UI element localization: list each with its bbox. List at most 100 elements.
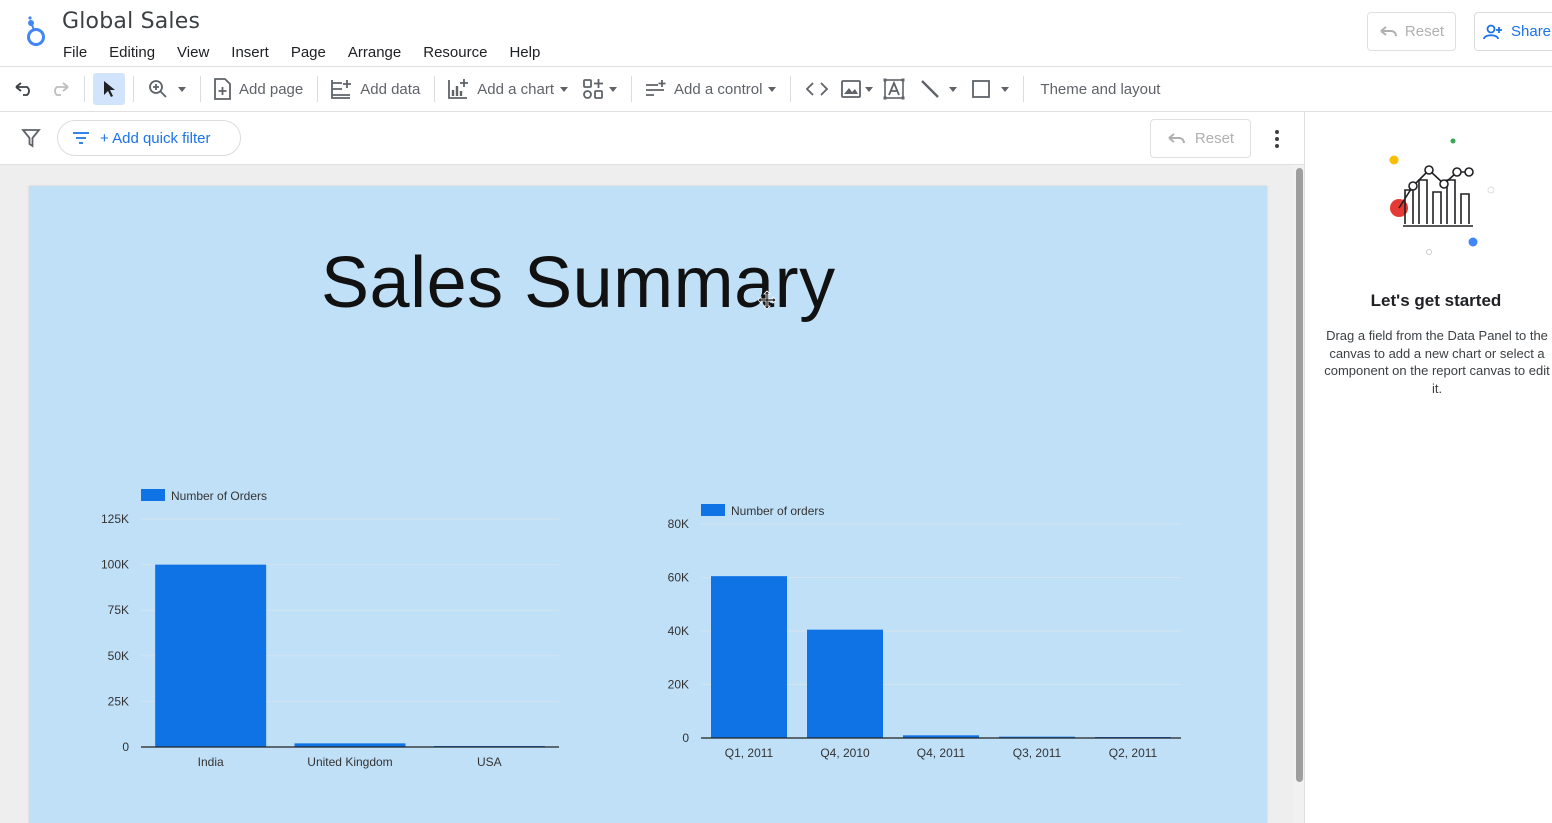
orders-by-country-chart[interactable]: Number of Orders 0 25K 50K 75K 100K 125K India U… bbox=[89, 481, 569, 781]
image-icon bbox=[841, 80, 862, 98]
toolbar-divider bbox=[317, 76, 319, 102]
text-box-button[interactable] bbox=[883, 73, 905, 105]
orders-by-quarter-svg: Number of orders 0 20K 40K 60K 80K Q1, 2011 Q4,… bbox=[668, 504, 1181, 760]
toolbar-divider bbox=[200, 76, 201, 102]
report-title-text[interactable]: Sales Summary bbox=[321, 242, 836, 324]
redo-icon bbox=[54, 82, 69, 96]
chevron-down-icon bbox=[560, 86, 569, 92]
community-viz-button[interactable] bbox=[582, 73, 618, 105]
menu-view[interactable]: View bbox=[166, 42, 220, 63]
theme-and-layout-label: Theme and layout bbox=[1040, 80, 1161, 98]
report-name[interactable]: Global Sales bbox=[62, 9, 200, 34]
chevron-down-icon bbox=[178, 86, 186, 92]
add-control-button[interactable]: Add a control bbox=[640, 73, 777, 105]
select-tool-button[interactable] bbox=[93, 73, 125, 105]
menu-resource[interactable]: Resource bbox=[412, 42, 498, 63]
add-page-button[interactable]: Add page bbox=[209, 73, 303, 105]
header-reset-button[interactable]: Reset bbox=[1367, 12, 1456, 51]
chevron-down-icon bbox=[1001, 86, 1010, 92]
share-label: Share bbox=[1511, 23, 1552, 40]
line-icon bbox=[921, 80, 940, 98]
toolbar-divider bbox=[434, 76, 436, 102]
legend-swatch bbox=[701, 504, 725, 516]
line-button[interactable] bbox=[919, 73, 958, 105]
y-tick-label: 125K bbox=[101, 512, 129, 526]
x-tick-label: Q4, 2010 bbox=[820, 746, 870, 760]
toolbar-divider bbox=[133, 76, 134, 102]
menu-page[interactable]: Page bbox=[280, 42, 337, 63]
legend-swatch bbox=[141, 489, 165, 501]
header-reset-label: Reset bbox=[1404, 23, 1445, 40]
orders-by-country-svg: Number of Orders 0 25K 50K 75K 100K 125K India U… bbox=[101, 489, 559, 769]
filter-funnel-icon[interactable] bbox=[21, 128, 41, 148]
bar bbox=[711, 576, 787, 738]
image-button[interactable] bbox=[841, 73, 874, 105]
menu-bar: File Editing View Insert Page Arrange Re… bbox=[52, 42, 551, 63]
more-vert-icon[interactable] bbox=[1266, 127, 1288, 151]
components-icon bbox=[583, 79, 604, 99]
chevron-down-icon bbox=[865, 86, 874, 92]
chevron-down-icon bbox=[949, 86, 958, 92]
text-box-icon bbox=[883, 78, 905, 100]
filter-list-icon bbox=[73, 132, 89, 144]
add-control-label: Add a control bbox=[674, 80, 763, 98]
menu-insert[interactable]: Insert bbox=[220, 42, 280, 63]
add-chart-button[interactable]: Add a chart bbox=[443, 73, 569, 105]
y-tick-label: 0 bbox=[122, 740, 129, 754]
legend-label: Number of orders bbox=[731, 504, 824, 518]
cursor-arrow-icon bbox=[104, 81, 115, 97]
y-tick-label: 80K bbox=[668, 517, 689, 531]
y-tick-label: 100K bbox=[101, 558, 129, 572]
filter-bar: + Add quick filter Reset bbox=[0, 112, 1304, 165]
y-tick-label: 20K bbox=[668, 678, 689, 692]
properties-panel: Let's get started Drag a field from the … bbox=[1304, 112, 1552, 823]
share-button[interactable]: Share bbox=[1474, 12, 1552, 51]
x-tick-label: Q2, 2011 bbox=[1109, 746, 1158, 760]
code-icon bbox=[806, 82, 829, 96]
filter-reset-label: Reset bbox=[1194, 130, 1235, 147]
y-tick-label: 75K bbox=[108, 603, 129, 617]
report-page[interactable]: Sales Summary Number of Orders 0 25K 50K 75K… bbox=[29, 186, 1267, 823]
toolbar-divider bbox=[790, 76, 792, 102]
undo-icon bbox=[15, 82, 30, 96]
add-chart-label: Add a chart bbox=[477, 80, 555, 98]
get-started-title: Let's get started bbox=[1370, 291, 1502, 310]
undo-icon bbox=[1168, 132, 1185, 143]
bar bbox=[155, 564, 267, 747]
y-tick-label: 25K bbox=[108, 694, 129, 708]
y-tick-label: 40K bbox=[668, 624, 689, 638]
get-started-illustration-icon bbox=[1389, 138, 1495, 255]
bar bbox=[807, 629, 883, 738]
orders-by-quarter-chart[interactable]: Number of orders 0 20K 40K 60K 80K Q1, 2011 Q4,… bbox=[649, 496, 1189, 786]
add-data-icon bbox=[331, 80, 352, 99]
chevron-down-icon bbox=[609, 86, 618, 92]
add-page-label: Add page bbox=[239, 80, 304, 98]
add-page-icon bbox=[214, 78, 231, 100]
app-header: Global Sales File Editing View Insert Pa… bbox=[0, 0, 1552, 67]
toolbar-divider bbox=[631, 76, 633, 102]
rectangle-icon bbox=[972, 80, 991, 98]
undo-icon bbox=[1380, 25, 1397, 36]
theme-and-layout-button[interactable]: Theme and layout bbox=[1040, 73, 1160, 105]
filter-reset-button[interactable]: Reset bbox=[1150, 119, 1251, 158]
move-cursor-icon bbox=[757, 290, 777, 310]
x-tick-label: Q3, 2011 bbox=[1013, 746, 1062, 760]
add-person-icon bbox=[1483, 24, 1502, 39]
shape-button[interactable] bbox=[971, 73, 1010, 105]
add-quick-filter-button[interactable]: + Add quick filter bbox=[57, 120, 241, 156]
undo-button[interactable] bbox=[14, 73, 38, 105]
x-tick-label: USA bbox=[477, 755, 502, 769]
menu-help[interactable]: Help bbox=[498, 42, 551, 63]
menu-editing[interactable]: Editing bbox=[98, 42, 166, 63]
embed-url-button[interactable] bbox=[805, 73, 829, 105]
legend-label: Number of Orders bbox=[171, 489, 267, 503]
menu-file[interactable]: File bbox=[52, 42, 98, 63]
toolbar-divider bbox=[84, 76, 85, 102]
looker-studio-logo-icon[interactable] bbox=[22, 15, 48, 49]
add-data-button[interactable]: Add data bbox=[326, 73, 420, 105]
menu-arrange[interactable]: Arrange bbox=[337, 42, 412, 63]
zoom-button[interactable] bbox=[142, 73, 186, 105]
redo-button[interactable] bbox=[50, 73, 74, 105]
toolbar: Add page Add data Add a chart Add a cont… bbox=[0, 67, 1552, 112]
canvas-scrollbar[interactable] bbox=[1296, 168, 1303, 782]
